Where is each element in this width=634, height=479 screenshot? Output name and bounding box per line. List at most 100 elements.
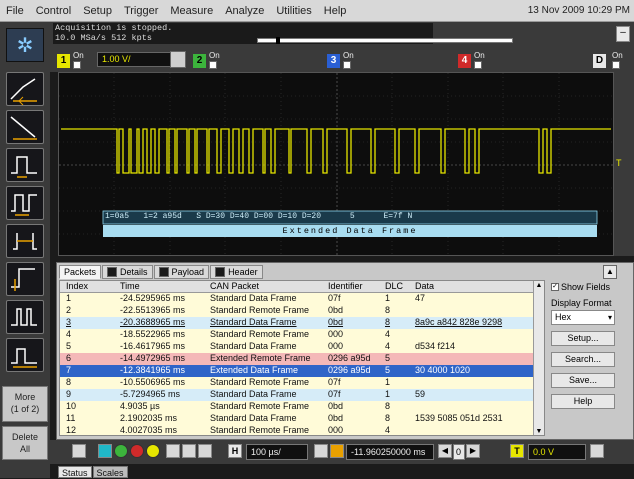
digital-button[interactable]: D bbox=[593, 54, 606, 68]
table-row[interactable]: 6 -14.4972965 ms Extended Remote Frame 0296… bbox=[60, 353, 544, 365]
table-row[interactable]: 2 -22.5513965 ms Standard Remote Frame 0bd 8 bbox=[60, 305, 544, 317]
table-row[interactable]: 1 -24.5295965 ms Standard Data Frame 07f 1 47 bbox=[60, 293, 544, 305]
pulse-period-button[interactable] bbox=[6, 186, 44, 220]
scroll-down-icon[interactable]: ▼ bbox=[535, 428, 543, 435]
side-controls: ✓ Show Fields Display Format Hex ▾ Setup..… bbox=[551, 280, 629, 430]
channel-2-on[interactable]: On bbox=[209, 51, 220, 69]
col-identifier[interactable]: Identifier bbox=[328, 281, 363, 292]
table-row[interactable]: 5 -16.4617965 ms Standard Data Frame 000 4 d5… bbox=[60, 341, 544, 353]
minimize-button[interactable]: – bbox=[616, 26, 630, 42]
table-row[interactable]: 7 -12.3841965 ms Extended Data Frame 0296 a… bbox=[60, 365, 544, 377]
pulse-width-button[interactable] bbox=[6, 148, 44, 182]
red-dot-icon[interactable] bbox=[130, 444, 144, 458]
save-icon[interactable] bbox=[182, 444, 196, 458]
delay-field[interactable]: -11.960250000 ms bbox=[346, 444, 434, 460]
timing-button[interactable] bbox=[6, 224, 44, 258]
slope-button[interactable] bbox=[6, 338, 44, 372]
tab-details-label: Details bbox=[120, 266, 148, 277]
table-row[interactable]: 12 4.0027035 ms Standard Remote Frame 000 4 bbox=[60, 425, 544, 435]
horizontal-button[interactable]: H bbox=[228, 444, 242, 458]
channel-1-button[interactable]: 1 bbox=[57, 54, 70, 68]
zoom-button[interactable] bbox=[72, 444, 86, 458]
coupling-button[interactable] bbox=[170, 51, 186, 68]
print-icon[interactable] bbox=[166, 444, 180, 458]
menu-setup[interactable]: Setup bbox=[77, 5, 118, 17]
channel-2-checkbox[interactable] bbox=[209, 60, 217, 69]
delay-marker-icon[interactable] bbox=[330, 444, 344, 458]
tab-scales[interactable]: Scales bbox=[92, 466, 128, 478]
save-button[interactable]: Save... bbox=[551, 373, 615, 388]
show-fields-toggle[interactable]: ✓ Show Fields bbox=[551, 282, 629, 292]
memory-bar[interactable] bbox=[257, 38, 513, 43]
logo-icon[interactable]: ✲ bbox=[6, 28, 44, 62]
digital-on[interactable]: On bbox=[612, 51, 623, 69]
channel-2-button[interactable]: 2 bbox=[193, 54, 206, 68]
scroll-up-icon[interactable]: ▲ bbox=[535, 282, 543, 290]
channel-4-on[interactable]: On bbox=[474, 51, 485, 69]
table-row[interactable]: 3 -20.3688965 ms Standard Data Frame 0bd 8 8a… bbox=[60, 317, 544, 329]
autoscale-icon[interactable] bbox=[198, 444, 212, 458]
tab-packets[interactable]: Packets bbox=[59, 265, 102, 279]
channel-3-on[interactable]: On bbox=[343, 51, 354, 69]
search-button[interactable]: Search... bbox=[551, 352, 615, 367]
all-label: All bbox=[19, 444, 30, 454]
display-format-select[interactable]: Hex ▾ bbox=[551, 310, 615, 325]
col-dlc[interactable]: DLC bbox=[385, 281, 403, 292]
delay-ref-icon[interactable] bbox=[314, 444, 328, 458]
setup-button[interactable]: Setup... bbox=[551, 331, 615, 346]
delete-all-button[interactable]: Delete All bbox=[2, 426, 48, 460]
table-row[interactable]: 9 -5.7294965 ms Standard Data Frame 07f 1 59 bbox=[60, 389, 544, 401]
show-fields-checkbox[interactable]: ✓ bbox=[551, 283, 559, 291]
trigger-rising-edge-button[interactable] bbox=[6, 72, 44, 106]
menu-file[interactable]: File bbox=[0, 5, 30, 17]
table-row[interactable]: 8 -10.5506965 ms Standard Remote Frame 07f 1 bbox=[60, 377, 544, 389]
trigger-falling-edge-button[interactable] bbox=[6, 110, 44, 144]
col-data[interactable]: Data bbox=[415, 281, 434, 292]
trigger-level-marker[interactable]: T bbox=[616, 158, 622, 168]
channel-1-checkbox[interactable] bbox=[73, 60, 81, 69]
nav-right-icon[interactable]: ▶ bbox=[466, 444, 480, 458]
protocol-panel: Packets Details Payload Header ▲ Index T… bbox=[56, 262, 634, 440]
col-can-packet[interactable]: CAN Packet bbox=[210, 281, 259, 292]
col-time[interactable]: Time bbox=[120, 281, 140, 292]
table-row[interactable]: 10 4.9035 µs Standard Remote Frame 0bd 8 bbox=[60, 401, 544, 413]
panel-expand-button[interactable]: ▲ bbox=[603, 265, 617, 279]
tab-payload[interactable]: Payload bbox=[153, 265, 210, 279]
timebase-field[interactable]: 100 µs/ bbox=[246, 444, 308, 460]
tab-details[interactable]: Details bbox=[102, 265, 153, 279]
tab-status[interactable]: Status bbox=[58, 466, 92, 478]
table-row[interactable]: 11 2.1902035 ms Standard Data Frame 0bd 8 153… bbox=[60, 413, 544, 425]
digital-checkbox[interactable] bbox=[612, 60, 620, 69]
trigger-level-spinner[interactable] bbox=[590, 444, 604, 458]
channel-1-on[interactable]: On bbox=[73, 51, 84, 69]
menu-help[interactable]: Help bbox=[318, 5, 353, 17]
run-button[interactable] bbox=[98, 444, 112, 458]
tab-header[interactable]: Header bbox=[210, 265, 263, 279]
channel-3-button[interactable]: 3 bbox=[327, 54, 340, 68]
yellow-dot-icon[interactable] bbox=[146, 444, 160, 458]
cell-can-packet: Standard Data Frame bbox=[210, 413, 297, 423]
help-button[interactable]: Help bbox=[551, 394, 615, 409]
menu-utilities[interactable]: Utilities bbox=[270, 5, 317, 17]
menu-trigger[interactable]: Trigger bbox=[118, 5, 164, 17]
cell-dlc: 4 bbox=[385, 329, 391, 339]
table-row[interactable]: 4 -18.5522965 ms Standard Remote Frame 000 4 bbox=[60, 329, 544, 341]
nav-value[interactable]: 0 bbox=[453, 444, 465, 460]
col-index[interactable]: Index bbox=[66, 281, 88, 292]
trigger-level-field[interactable]: 0.0 V bbox=[528, 444, 586, 460]
green-dot-icon[interactable] bbox=[114, 444, 128, 458]
waveform-display[interactable]: 1=0a5 1=2 a95d S D=30 D=40 D=00 D=10 D=2… bbox=[58, 72, 615, 257]
nav-left-icon[interactable]: ◀ bbox=[438, 444, 452, 458]
menu-analyze[interactable]: Analyze bbox=[219, 5, 270, 17]
channel-3-checkbox[interactable] bbox=[343, 60, 351, 69]
level-button[interactable] bbox=[6, 262, 44, 296]
cell-identifier: 0bd bbox=[328, 413, 344, 423]
more-button[interactable]: More (1 of 2) bbox=[2, 386, 48, 422]
channel-4-button[interactable]: 4 bbox=[458, 54, 471, 68]
trigger-source-button[interactable]: T bbox=[510, 444, 524, 458]
menu-control[interactable]: Control bbox=[30, 5, 77, 17]
channel-4-checkbox[interactable] bbox=[474, 60, 482, 69]
menu-measure[interactable]: Measure bbox=[164, 5, 219, 17]
table-scrollbar[interactable]: ▲ ▼ bbox=[533, 281, 544, 435]
pulse-pair-button[interactable] bbox=[6, 300, 44, 334]
